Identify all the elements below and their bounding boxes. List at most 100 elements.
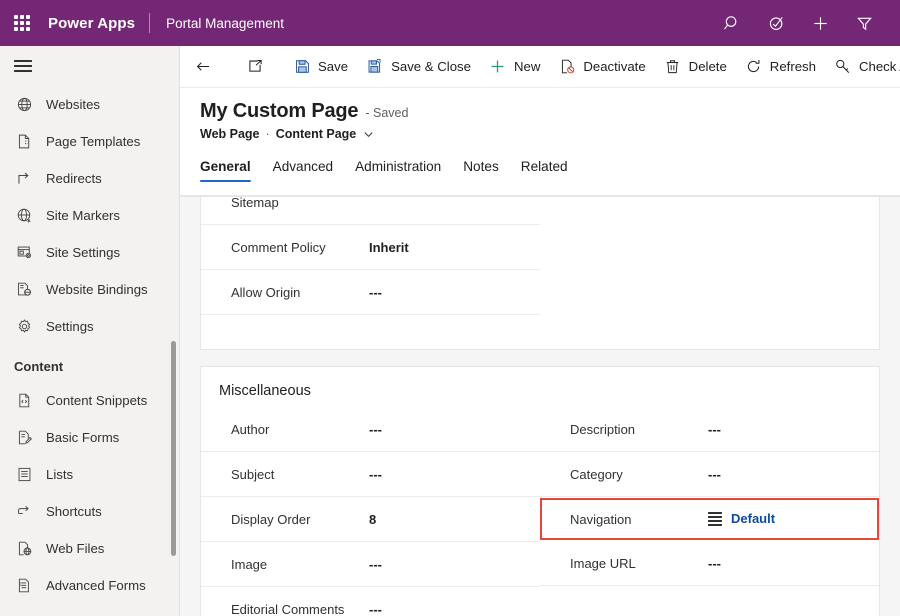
record-title-row: My Custom Page - Saved	[180, 88, 900, 123]
top-section-right-column	[540, 197, 879, 349]
field-value: 8	[369, 512, 376, 527]
sidebar-item-advanced-forms[interactable]: Advanced Forms	[0, 567, 179, 604]
app-launcher-waffle-icon[interactable]	[0, 0, 44, 46]
sidebar-item-label: Advanced Forms	[46, 578, 146, 593]
sidebar-item-label: Web Files	[46, 541, 104, 556]
field-label: Comment Policy	[231, 240, 369, 255]
sidebar-item-lists[interactable]: Lists	[0, 456, 179, 493]
sidebar-item-content-snippets[interactable]: Content Snippets	[0, 382, 179, 419]
redirect-arrow-icon	[14, 169, 34, 189]
list-lines-icon	[708, 509, 722, 528]
subtitle-separator: ·	[266, 127, 270, 141]
sidebar-item-website-bindings[interactable]: Website Bindings	[0, 271, 179, 308]
sidebar-item-redirects[interactable]: Redirects	[0, 160, 179, 197]
back-button[interactable]	[180, 46, 233, 88]
app-name-label[interactable]: Portal Management	[150, 16, 284, 31]
page-title: My Custom Page	[200, 100, 358, 123]
sidebar-item-web-link-sets[interactable]: Web Link Sets	[0, 604, 179, 616]
navigation-value-container[interactable]: Default	[708, 509, 775, 528]
form-selector-label[interactable]: Content Page	[276, 127, 357, 141]
refresh-button[interactable]: Refresh	[736, 46, 825, 88]
misc-left-column: Author --- Subject --- Display Order 8 I…	[201, 407, 540, 616]
sidebar-item-label: Site Settings	[46, 245, 120, 260]
misc-right-column: Description --- Category --- Navigation …	[540, 407, 879, 616]
sidebar-item-site-settings[interactable]: Site Settings	[0, 234, 179, 271]
field-value: ---	[708, 467, 721, 482]
field-value[interactable]: Default	[731, 511, 775, 526]
sidebar-item-settings[interactable]: Settings	[0, 308, 179, 345]
field-label: Category	[570, 467, 708, 482]
field-row-allow-origin[interactable]: Allow Origin ---	[201, 270, 540, 315]
form-scroll-area[interactable]: Sitemap No Comment Policy Inherit Allow …	[180, 197, 900, 616]
check-access-button[interactable]: Check Access	[825, 46, 900, 88]
check-circle-icon[interactable]	[754, 0, 798, 46]
popout-button[interactable]	[237, 46, 280, 88]
search-icon[interactable]	[710, 0, 754, 46]
sidebar-item-page-templates[interactable]: Page Templates	[0, 123, 179, 160]
save-button[interactable]: Save	[284, 46, 357, 88]
form-section-miscellaneous: Miscellaneous Author --- Subject --- Dis…	[200, 366, 880, 616]
entity-name-label: Web Page	[200, 127, 260, 141]
new-button[interactable]: New	[480, 46, 549, 88]
field-row-navigation[interactable]: Navigation Default	[540, 498, 879, 540]
globe-icon	[14, 95, 34, 115]
app-root: Power Apps Portal Management	[0, 0, 900, 616]
field-value: ---	[369, 602, 382, 616]
new-label: New	[514, 59, 540, 74]
tab-administration[interactable]: Administration	[355, 155, 441, 182]
tab-advanced[interactable]: Advanced	[273, 155, 333, 182]
field-row-subject[interactable]: Subject ---	[201, 452, 540, 497]
tab-related[interactable]: Related	[521, 155, 568, 182]
sidebar-scrollbar[interactable]	[171, 341, 176, 556]
tab-notes[interactable]: Notes	[463, 155, 499, 182]
back-arrow-icon	[194, 58, 212, 76]
sidebar-item-websites[interactable]: Websites	[0, 86, 179, 123]
field-label: Sitemap	[231, 197, 369, 210]
sidebar-item-shortcuts[interactable]: Shortcuts	[0, 493, 179, 530]
sidebar-item-site-markers[interactable]: Site Markers	[0, 197, 179, 234]
open-popout-icon	[246, 58, 264, 76]
delete-button[interactable]: Delete	[655, 46, 736, 88]
field-row-display-order[interactable]: Display Order 8	[201, 497, 540, 542]
field-row-category[interactable]: Category ---	[540, 452, 879, 497]
field-label: Image URL	[570, 556, 708, 571]
sidebar-toggle-hamburger-icon[interactable]	[0, 46, 179, 86]
tab-general[interactable]: General	[200, 155, 251, 182]
form-section-top: Sitemap No Comment Policy Inherit Allow …	[200, 197, 880, 350]
section-bottom-spacer	[201, 315, 540, 349]
field-row-image-url[interactable]: Image URL ---	[540, 541, 879, 586]
deactivate-button[interactable]: Deactivate	[549, 46, 654, 88]
field-row-description[interactable]: Description ---	[540, 407, 879, 452]
check-access-label: Check Access	[859, 59, 900, 74]
sidebar-item-label: Settings	[46, 319, 94, 334]
web-link-set-icon	[14, 613, 34, 616]
site-settings-icon	[14, 243, 34, 263]
sidebar-item-basic-forms[interactable]: Basic Forms	[0, 419, 179, 456]
save-state-label: - Saved	[365, 106, 408, 120]
field-row-sitemap[interactable]: Sitemap No	[201, 197, 540, 225]
field-label: Editorial Comments	[231, 602, 369, 616]
sidebar-item-label: Page Templates	[46, 134, 140, 149]
save-icon	[293, 58, 311, 76]
record-header: My Custom Page - Saved Web Page · Conten…	[180, 88, 900, 196]
top-section-left-column: Sitemap No Comment Policy Inherit Allow …	[201, 197, 540, 349]
refresh-icon	[745, 58, 763, 76]
field-label: Subject	[231, 467, 369, 482]
form-tab-list: General Advanced Administration Notes Re…	[180, 155, 900, 182]
sidebar-item-web-files[interactable]: Web Files	[0, 530, 179, 567]
brand-title[interactable]: Power Apps	[44, 15, 149, 32]
field-value: ---	[369, 557, 382, 572]
chevron-down-icon[interactable]	[363, 129, 374, 140]
refresh-label: Refresh	[770, 59, 816, 74]
field-row-editorial-comments[interactable]: Editorial Comments ---	[201, 587, 540, 616]
website-binding-icon	[14, 280, 34, 300]
save-close-icon	[366, 58, 384, 76]
save-and-close-button[interactable]: Save & Close	[357, 46, 480, 88]
filter-icon[interactable]	[842, 0, 886, 46]
header-actions	[710, 0, 900, 46]
field-row-author[interactable]: Author ---	[201, 407, 540, 452]
field-row-image[interactable]: Image ---	[201, 542, 540, 587]
field-row-comment-policy[interactable]: Comment Policy Inherit	[201, 225, 540, 270]
key-icon	[834, 58, 852, 76]
plus-icon[interactable]	[798, 0, 842, 46]
